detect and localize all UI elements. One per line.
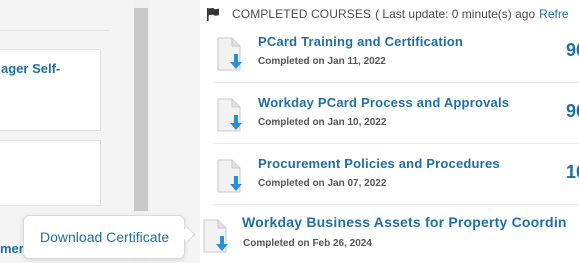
- course-row[interactable]: PCard Training and Certification Complet…: [214, 34, 579, 78]
- row-divider: [214, 204, 579, 205]
- course-score: 10: [566, 162, 579, 182]
- download-certificate-label[interactable]: Download Certificate: [40, 229, 169, 245]
- flag-icon: [207, 8, 219, 21]
- divider: [0, 30, 110, 31]
- row-divider: [214, 143, 579, 144]
- document-download-icon[interactable]: [214, 97, 248, 133]
- section-title: COMPLETED COURSES: [232, 7, 372, 21]
- section-header: COMPLETED COURSES ( Last update: 0 minut…: [206, 5, 569, 23]
- course-score: 96: [566, 40, 579, 60]
- left-card[interactable]: ager Self-: [0, 49, 101, 131]
- course-title-link[interactable]: Procurement Policies and Procedures: [258, 156, 500, 171]
- download-certificate-tooltip[interactable]: Download Certificate: [23, 215, 185, 259]
- course-row[interactable]: Workday PCard Process and Approvals Comp…: [214, 95, 579, 139]
- course-row[interactable]: Workday Business Assets for Property Coo…: [200, 214, 566, 260]
- course-score: 96: [566, 101, 579, 121]
- course-title-link[interactable]: Workday PCard Process and Approvals: [258, 95, 509, 110]
- completed-date: Completed on Jan 11, 2022: [258, 56, 386, 67]
- scrollbar-thumb[interactable]: [134, 8, 148, 211]
- completed-date: Completed on Jan 10, 2022: [258, 117, 387, 128]
- document-download-icon[interactable]: [214, 158, 248, 194]
- document-download-icon[interactable]: [200, 218, 234, 254]
- completed-courses-panel: COMPLETED COURSES ( Last update: 0 minut…: [200, 0, 579, 263]
- left-card-title[interactable]: ager Self-: [1, 60, 60, 77]
- row-divider: [214, 82, 579, 83]
- last-update-text: ( Last update: 0 minute(s) ago: [375, 7, 536, 21]
- completed-date: Completed on Feb 26, 2024: [243, 238, 372, 249]
- course-title-link[interactable]: Workday Business Assets for Property Coo…: [242, 214, 567, 230]
- left-course-link[interactable]: mer: [0, 241, 24, 256]
- left-card[interactable]: [0, 140, 101, 206]
- course-row[interactable]: Procurement Policies and Procedures Comp…: [214, 156, 579, 200]
- completed-date: Completed on Jan 07, 2022: [258, 178, 387, 189]
- refresh-link[interactable]: Refre: [539, 7, 568, 21]
- document-download-icon[interactable]: [214, 36, 248, 72]
- app-root: ager Self- mer COMPLETED COURSES ( Last …: [0, 0, 579, 263]
- course-title-link[interactable]: PCard Training and Certification: [258, 34, 463, 49]
